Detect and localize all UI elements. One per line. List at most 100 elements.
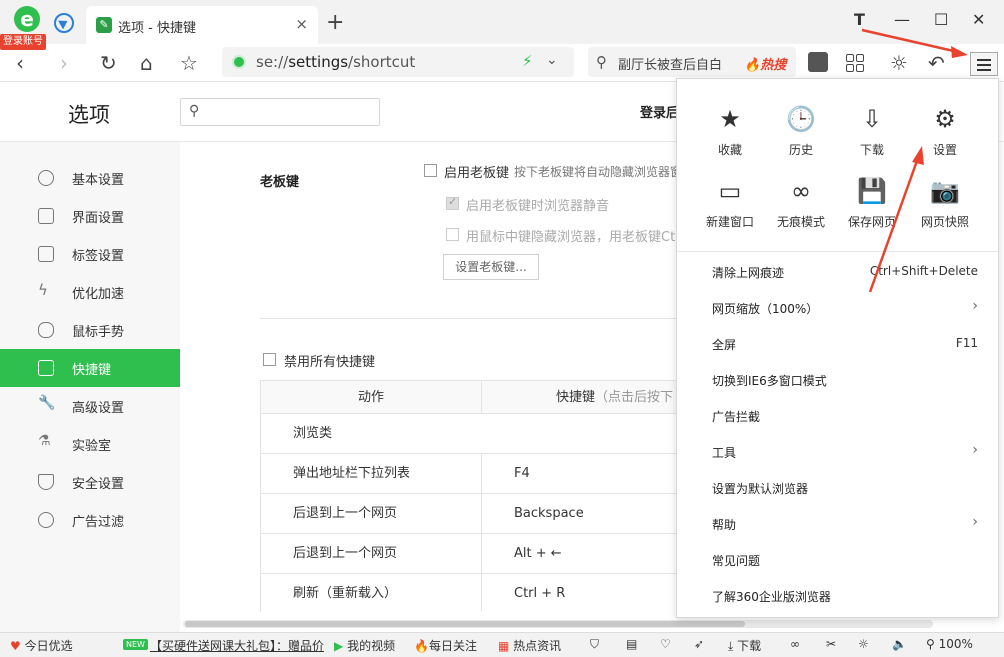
table-row[interactable]: 后退到上一个网页 Alt + ← [261, 534, 680, 574]
sidebar-item-advanced[interactable]: 🔧 高级设置 [0, 387, 180, 425]
boss-key-mute-checkbox[interactable] [446, 195, 459, 210]
back-icon[interactable]: ‹ [16, 51, 24, 75]
scrollbar-thumb[interactable] [185, 621, 745, 627]
menu-item-help[interactable]: 帮助 › [677, 507, 998, 543]
shortcut-cell[interactable]: Ctrl + R [481, 574, 565, 612]
today-picks-link[interactable]: ♥ 今日优选 [10, 637, 73, 654]
menu-item-default-browser[interactable]: 设置为默认浏览器 [677, 471, 998, 507]
shortcut-cell[interactable]: Backspace [481, 494, 584, 533]
sidebar-item-speed[interactable]: ϟ 优化加速 [0, 273, 180, 311]
document-icon[interactable]: ▤ [626, 637, 637, 651]
disable-all-shortcuts-checkbox[interactable] [263, 353, 276, 366]
menu-snapshot[interactable]: 📷 网页快照 [910, 177, 980, 237]
sidebar-item-tabs[interactable]: 标签设置 [0, 235, 180, 273]
menu-item-enterprise[interactable]: 了解360企业版浏览器 [677, 579, 998, 615]
menu-save-page[interactable]: 💾 保存网页 [837, 177, 907, 237]
brightness-icon[interactable]: ☼ [858, 637, 869, 651]
bolt-icon: ϟ [38, 281, 48, 299]
enable-boss-key-checkbox[interactable] [424, 164, 437, 177]
shield-icon[interactable]: ⛉ [590, 637, 599, 652]
navigation-icon[interactable] [54, 13, 74, 33]
chevron-right-icon: › [972, 514, 978, 530]
close-window-button[interactable]: ✕ [972, 10, 985, 29]
menu-incognito[interactable]: ∞ 无痕模式 [766, 177, 836, 237]
menu-item-clear-history[interactable]: 清除上网痕迹 Ctrl+Shift+Delete [677, 255, 998, 291]
table-row[interactable]: 刷新（重新载入） Ctrl + R [261, 574, 680, 612]
menu-item-label: 设置为默认浏览器 [712, 482, 809, 496]
apps-grid-icon[interactable] [846, 54, 864, 72]
speed-mode-icon[interactable]: ⚡ [522, 52, 533, 70]
shortcut-cell[interactable]: F4 [481, 454, 530, 493]
gear-icon [38, 170, 54, 186]
rocket-icon[interactable]: ➶ [694, 637, 704, 651]
my-video-link[interactable]: ▶ 我的视频 [334, 637, 395, 654]
browser-logo[interactable]: e [8, 6, 42, 34]
set-boss-key-button[interactable]: 设置老板键... [443, 254, 539, 280]
sidebar-item-interface[interactable]: 界面设置 [0, 197, 180, 235]
sidebar-item-mouse[interactable]: 鼠标手势 [0, 311, 180, 349]
menu-item-adblock[interactable]: 广告拦截 [677, 399, 998, 435]
daily-focus-link[interactable]: 🔥每日关注 [414, 637, 477, 654]
shortcut-cell[interactable]: Alt + ← [481, 534, 562, 573]
download-link[interactable]: ⤓ 下载 [728, 637, 761, 654]
reader-icon[interactable] [808, 52, 828, 72]
forward-icon[interactable]: › [60, 51, 68, 75]
main-menu-button[interactable] [970, 52, 998, 76]
undo-icon[interactable]: ↶ [928, 51, 945, 75]
address-bar[interactable]: se://settings/shortcut ⚡ ⌄ [222, 47, 574, 77]
menu-item-label: 广告拦截 [712, 410, 761, 424]
login-account-badge[interactable]: 登录账号 [0, 34, 46, 50]
sidebar-item-basic[interactable]: 基本设置 [0, 159, 180, 197]
sidebar-item-adblock[interactable]: 广告过滤 [0, 501, 180, 539]
menu-item-tools[interactable]: 工具 › [677, 435, 998, 471]
hot-news-link[interactable]: ▦ 热点资讯 [498, 637, 561, 654]
new-badge: NEW [123, 639, 148, 650]
menu-item-ie6-mode[interactable]: 切换到IE6多窗口模式 [677, 363, 998, 399]
heartbeat-icon[interactable]: ♡ [660, 637, 671, 651]
browser-logo-icon: e [14, 6, 40, 32]
incognito-icon: ∞ [791, 177, 811, 205]
menu-history[interactable]: 🕒 历史 [766, 105, 836, 165]
login-link[interactable]: 登录后 [640, 102, 679, 121]
table-row[interactable]: 后退到上一个网页 Backspace [261, 494, 680, 534]
incognito-icon[interactable]: ∞ [790, 637, 800, 651]
menu-divider [677, 251, 998, 252]
refresh-icon[interactable]: ↻ [100, 51, 117, 75]
menu-item-zoom[interactable]: 网页缩放（100%） › [677, 291, 998, 327]
chevron-down-icon[interactable]: ⌄ [546, 52, 558, 68]
sidebar-item-shortcuts[interactable]: 快捷键 [0, 349, 180, 387]
skin-icon[interactable]: T [854, 10, 865, 29]
menu-item-fullscreen[interactable]: 全屏 F11 [677, 327, 998, 363]
save-icon: 💾 [857, 177, 887, 205]
menu-new-window[interactable]: ▭ 新建窗口 [695, 177, 765, 237]
menu-settings[interactable]: ⚙ 设置 [910, 105, 980, 165]
gear-icon: ⚙ [934, 105, 956, 133]
zoom-level[interactable]: ⚲ 100% [926, 637, 973, 651]
sidebar-item-lab[interactable]: ⚗ 实验室 [0, 425, 180, 463]
search-box[interactable]: ⚲ 副厅长被查后自白 🔥热搜 [588, 47, 796, 77]
hot-search-tag[interactable]: 🔥热搜 [744, 54, 786, 73]
screenshot-icon[interactable]: ✂ [826, 637, 836, 651]
minimize-button[interactable]: — [894, 10, 910, 29]
horizontal-scrollbar[interactable] [183, 620, 933, 628]
menu-item-faq[interactable]: 常见问题 [677, 543, 998, 579]
maximize-button[interactable]: ☐ [934, 10, 948, 29]
sidebar-item-security[interactable]: 安全设置 [0, 463, 180, 501]
table-row[interactable]: 弹出地址栏下拉列表 F4 [261, 454, 680, 494]
fire-icon: 🔥 [414, 639, 429, 653]
tab-options-shortcut[interactable]: ✎ 选项 - 快捷键 × [86, 6, 318, 44]
tab-close-button[interactable]: × [295, 15, 308, 33]
brightness-icon[interactable]: ☼ [890, 51, 908, 75]
home-icon[interactable]: ⌂ [140, 51, 153, 75]
volume-icon[interactable]: 🔈 [892, 637, 907, 651]
title-bar: e ✎ 选项 - 快捷键 × + T — ☐ ✕ [0, 0, 1004, 44]
options-search-input[interactable]: ⚲ [180, 98, 380, 126]
star-icon[interactable]: ☆ [180, 51, 198, 75]
new-tab-button[interactable]: + [326, 10, 344, 35]
promo-link[interactable]: 【买硬件送网课大礼包】：赠品价 [150, 637, 324, 654]
sidebar-item-label: 安全设置 [72, 477, 125, 492]
middle-click-hide-checkbox[interactable] [446, 228, 459, 241]
menu-download[interactable]: ⇩ 下载 [837, 105, 907, 165]
tab-icon [38, 246, 54, 262]
menu-favorites[interactable]: ★ 收藏 [695, 105, 765, 165]
